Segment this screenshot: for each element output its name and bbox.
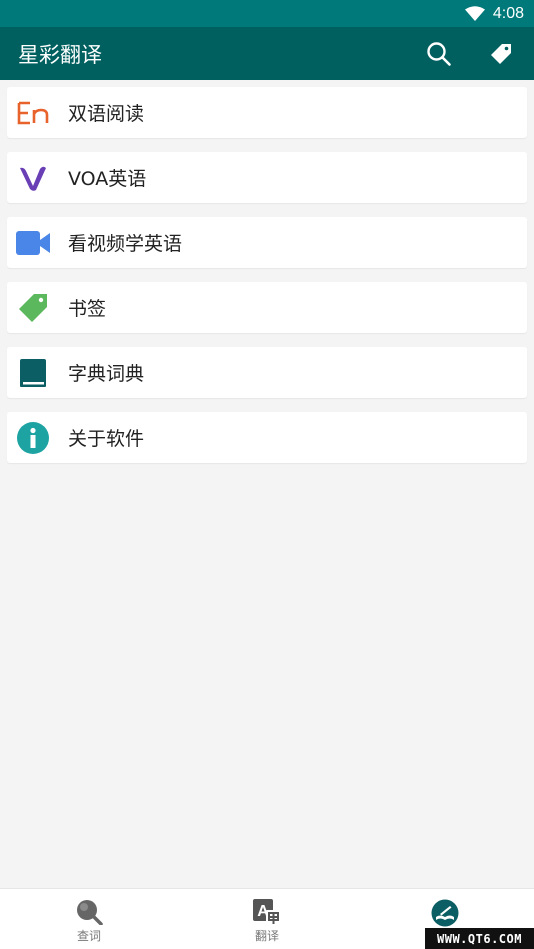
wifi-icon	[464, 5, 485, 22]
dictionary-book-icon	[7, 347, 59, 398]
menu-item-voa-english[interactable]: VOA英语	[7, 152, 527, 203]
menu-item-label: 关于软件	[68, 428, 145, 450]
menu-item-label: 双语阅读	[68, 103, 145, 125]
menu-item-bilingual-reading[interactable]: 双语阅读	[7, 87, 527, 138]
menu-item-label: VOA英语	[68, 168, 147, 190]
menu-item-label: 看视频学英语	[68, 233, 183, 255]
search-icon	[427, 41, 451, 66]
bookmark-button[interactable]	[486, 39, 516, 69]
tab-lookup-label: 查词	[76, 929, 101, 943]
menu-list: 双语阅读 VOA英语 看视频学英语 书签 字典词典 关于软件	[7, 87, 527, 477]
menu-item-bookmarks[interactable]: 书签	[7, 282, 527, 333]
app-title: 星彩翻译	[18, 42, 102, 67]
magnifier-icon	[77, 900, 103, 925]
app-bar: 星彩翻译	[0, 27, 534, 80]
menu-item-about[interactable]: 关于软件	[7, 412, 527, 463]
menu-item-label: 字典词典	[68, 363, 145, 385]
status-time: 4:08	[492, 4, 524, 22]
bookmark-tag-icon	[7, 282, 59, 333]
tab-translate-label: 翻译	[254, 929, 279, 943]
site-watermark: WWW.QT6.COM	[425, 928, 534, 949]
tag-icon	[491, 43, 511, 64]
menu-item-video-english[interactable]: 看视频学英语	[7, 217, 527, 268]
tab-lookup[interactable]: 查词	[0, 889, 178, 949]
video-camera-icon	[7, 217, 59, 268]
en-letters-icon	[7, 87, 59, 138]
status-bar: 4:08	[0, 0, 534, 27]
info-icon	[7, 412, 59, 463]
tab-translate[interactable]: A 翻译	[178, 889, 356, 949]
menu-item-dictionary[interactable]: 字典词典	[7, 347, 527, 398]
menu-item-label: 书签	[68, 298, 107, 320]
translate-icon: A	[253, 899, 281, 925]
search-button[interactable]	[424, 39, 454, 69]
reading-book-icon	[431, 899, 459, 927]
voa-v-icon	[7, 152, 59, 203]
